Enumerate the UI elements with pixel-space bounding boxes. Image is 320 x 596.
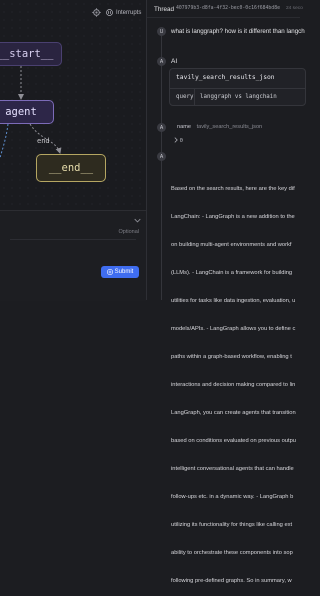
ai-label: AI [171, 58, 178, 65]
input-panel: Optional [0, 210, 146, 301]
user-avatar: U [157, 27, 166, 36]
answer-line: ability to orchestrate these components … [171, 550, 293, 557]
answer-line: based on conditions evaluated on previou… [171, 437, 296, 444]
answer-line: paths within a graph-based workflow, ena… [171, 353, 292, 360]
node-end[interactable]: __end__ [36, 154, 106, 182]
answer-line: interactions and decision making compare… [171, 381, 296, 388]
answer-line: LangChain: - LangGraph is a new addition… [171, 213, 295, 220]
answer-avatar: A [157, 152, 166, 161]
tool-call-card[interactable]: tavily_search_results_json query langgra… [169, 68, 306, 106]
answer-line: Based on the search results, here are th… [171, 185, 295, 192]
chevron-right-icon[interactable] [174, 137, 178, 143]
node-agent[interactable]: agent [0, 100, 54, 124]
tool-arg-divider [194, 89, 195, 105]
optional-tag: Optional [118, 229, 140, 235]
tool-result-header: name tavily_search_results_json [177, 124, 262, 130]
submit-button[interactable]: Submit [101, 266, 139, 278]
answer-line: utilities for tasks like data ingestion,… [171, 297, 296, 304]
user-message[interactable]: what is langgraph? how is it different t… [171, 28, 305, 35]
answer-line: models/APIs. - LangGraph allows you to d… [171, 325, 296, 332]
tool-arg-value: langgraph vs langchain [200, 94, 277, 100]
input-field[interactable] [10, 239, 136, 240]
thread-header: Thread 407979b3-d8fa-4f32-bec0-0c16f684b… [147, 0, 303, 18]
submit-label: Submit [114, 269, 134, 275]
answer-line: (LLMs). - LangChain is a framework for b… [171, 269, 293, 276]
panel-divider[interactable] [146, 0, 147, 300]
tool-result-name-value: tavily_search_results_json [196, 124, 263, 130]
edge-label: end [37, 137, 50, 145]
answer-line: follow-ups etc. in a dynamic way. - Lang… [171, 494, 294, 501]
ai-avatar: A [157, 57, 166, 66]
answer-line: intelligent conversational agents that c… [171, 466, 294, 472]
thread-id: 407979b3-d8fa-4f32-bec0-0c16f684bd8e [176, 6, 280, 11]
tool-result-avatar: A [157, 123, 166, 132]
answer-message[interactable]: Based on the search results, here are th… [171, 166, 320, 596]
timeline-line [161, 35, 162, 300]
tool-call-args-row: query langgraph vs langchain [170, 88, 305, 105]
tool-arg-key: query [176, 94, 194, 100]
answer-line: following pre-defined graphs. So in summ… [171, 578, 292, 585]
edge-agent-loop [0, 123, 9, 159]
thread-label: Thread [154, 6, 174, 13]
tool-result-value: 0 [179, 138, 183, 144]
plus-icon [106, 269, 113, 275]
chevron-down-icon[interactable] [134, 218, 141, 223]
tool-result-name-key: name [177, 124, 191, 130]
answer-line: utilizing its functionality for things l… [171, 522, 293, 529]
tool-call-name: tavily_search_results_json [176, 74, 275, 81]
node-start[interactable]: __start__ [0, 42, 62, 66]
tool-result-row[interactable]: 0 [174, 137, 183, 144]
answer-line: on building multi-agent environments and… [171, 241, 292, 248]
answer-line: LangGraph, you can create agents that tr… [171, 409, 296, 416]
thread-timestamp: 24 seco [286, 6, 303, 11]
